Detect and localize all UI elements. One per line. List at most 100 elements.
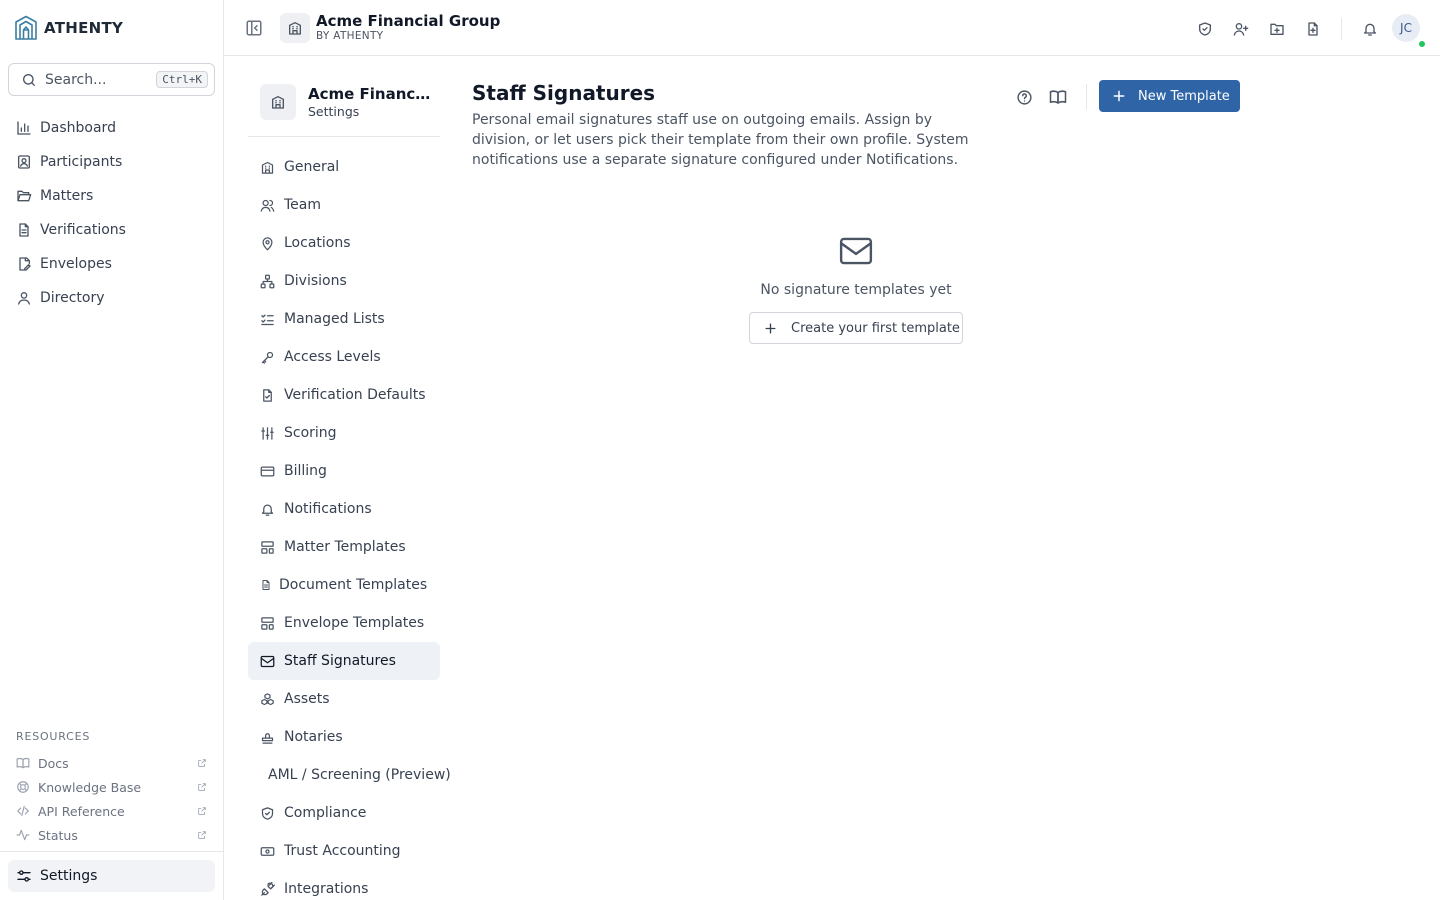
settings-item-divisions[interactable]: Divisions <box>248 262 440 300</box>
plug-icon <box>260 881 275 897</box>
sidebar-item-envelopes[interactable]: Envelopes <box>8 247 215 281</box>
settings-item-assets[interactable]: Assets <box>248 680 440 718</box>
settings-item-label: Trust Accounting <box>284 843 401 859</box>
settings-item-locations[interactable]: Locations <box>248 224 440 262</box>
settings-nav: General Team Locations Divisions Managed… <box>248 148 451 900</box>
settings-item-staff-signatures[interactable]: Staff Signatures <box>248 642 440 680</box>
page-title: Staff Signatures <box>472 81 656 105</box>
shield-check-icon <box>260 806 275 821</box>
resource-label: API Reference <box>38 803 125 819</box>
settings-item-label: Document Templates <box>279 577 428 593</box>
sidebar-item-settings[interactable]: Settings <box>8 860 215 892</box>
sidebar-item-matters[interactable]: Matters <box>8 179 215 213</box>
settings-item-compliance[interactable]: Compliance <box>248 794 440 832</box>
settings-item-notaries[interactable]: Notaries <box>248 718 440 756</box>
resource-link-docs[interactable]: Docs <box>8 751 215 775</box>
avatar[interactable]: JC <box>1392 14 1420 42</box>
code-icon <box>16 804 30 818</box>
settings-item-envelope-templates[interactable]: Envelope Templates <box>248 604 440 642</box>
sidebar-toggle-icon[interactable] <box>245 19 263 37</box>
user-plus-icon[interactable] <box>1223 21 1259 37</box>
sidebar-item-label: Envelopes <box>40 256 112 272</box>
map-pin-icon <box>260 236 275 251</box>
header-actions-separator <box>1086 84 1087 110</box>
sidebar-item-label: Matters <box>40 188 94 204</box>
folder-open-icon <box>16 188 32 204</box>
shield-check-icon[interactable] <box>1187 21 1223 37</box>
empty-state-text: No signature templates yet <box>760 282 952 298</box>
settings-item-label: Integrations <box>284 881 369 897</box>
new-template-button[interactable]: New Template <box>1099 80 1240 112</box>
settings-item-label: Billing <box>284 463 327 479</box>
settings-item-integrations[interactable]: Integrations <box>248 870 440 900</box>
settings-item-team[interactable]: Team <box>248 186 440 224</box>
header-actions <box>1187 18 1388 40</box>
life-buoy-icon <box>16 780 30 794</box>
bar-chart-icon <box>16 120 32 136</box>
resource-link-api-reference[interactable]: API Reference <box>8 799 215 823</box>
create-first-template-button[interactable]: Create your first template <box>749 312 963 344</box>
user-icon <box>16 290 32 306</box>
settings-item-label: Access Levels <box>284 349 381 365</box>
book-open-icon[interactable] <box>1046 85 1070 109</box>
brand-logo[interactable]: ATHENTY <box>14 14 123 42</box>
resource-link-knowledge-base[interactable]: Knowledge Base <box>8 775 215 799</box>
sidebar-item-dashboard[interactable]: Dashboard <box>8 111 215 145</box>
bell-icon[interactable] <box>1352 21 1388 37</box>
layout-template-icon <box>260 616 275 631</box>
file-text-icon <box>16 222 32 238</box>
settings-item-label: Matter Templates <box>284 539 406 555</box>
external-link-icon <box>197 830 207 840</box>
app-sidebar: ATHENTY Search... Ctrl+K Dashboard Parti… <box>0 0 224 900</box>
activity-icon <box>16 828 30 842</box>
settings-item-managed-lists[interactable]: Managed Lists <box>248 300 440 338</box>
settings-item-verification-defaults[interactable]: Verification Defaults <box>248 376 440 414</box>
settings-item-label: Scoring <box>284 425 337 441</box>
header-org-name[interactable]: Acme Financial Group <box>316 12 500 30</box>
settings-item-billing[interactable]: Billing <box>248 452 440 490</box>
sidebar-item-label: Settings <box>40 868 98 884</box>
presence-indicator <box>1418 40 1426 48</box>
help-circle-icon[interactable] <box>1012 85 1036 109</box>
settings-item-label: Compliance <box>284 805 367 821</box>
resource-label: Knowledge Base <box>38 779 142 795</box>
search-icon <box>21 72 37 88</box>
sidebar-item-label: Verifications <box>40 222 126 238</box>
sidebar-item-label: Directory <box>40 290 105 306</box>
sidebar-divider <box>0 851 223 852</box>
bell-icon <box>260 502 275 517</box>
credit-card-icon <box>260 464 275 479</box>
settings-item-notifications[interactable]: Notifications <box>248 490 440 528</box>
search-input[interactable]: Search... Ctrl+K <box>8 63 215 96</box>
header-separator <box>1341 18 1342 40</box>
settings-item-matter-templates[interactable]: Matter Templates <box>248 528 440 566</box>
settings-item-label: Staff Signatures <box>284 653 396 669</box>
settings-item-document-templates[interactable]: Document Templates <box>248 566 440 604</box>
settings-item-access-levels[interactable]: Access Levels <box>248 338 440 376</box>
external-link-icon <box>197 758 207 768</box>
settings-item-label: Notaries <box>284 729 343 745</box>
sidebar-item-directory[interactable]: Directory <box>8 281 215 315</box>
settings-item-scoring[interactable]: Scoring <box>248 414 440 452</box>
sidebar-item-verifications[interactable]: Verifications <box>8 213 215 247</box>
list-checks-icon <box>260 312 275 327</box>
file-plus-icon[interactable] <box>1295 21 1331 37</box>
settings-subtitle: Settings <box>308 104 360 119</box>
top-header: Acme Financial Group BY ATHENTY JC <box>224 0 1440 56</box>
folder-plus-icon[interactable] <box>1259 21 1295 37</box>
file-signature-icon <box>16 256 32 272</box>
sidebar-item-label: Participants <box>40 154 123 170</box>
settings-item-label: Locations <box>284 235 351 251</box>
resource-link-status[interactable]: Status <box>8 823 215 847</box>
sidebar-item-participants[interactable]: Participants <box>8 145 215 179</box>
settings-item-aml-screening[interactable]: AML / Screening (Preview) <box>248 756 451 794</box>
mail-icon <box>839 236 873 266</box>
settings-item-general[interactable]: General <box>248 148 440 186</box>
settings-item-trust-accounting[interactable]: Trust Accounting <box>248 832 440 870</box>
boxes-icon <box>260 692 275 707</box>
page-header-actions <box>1012 84 1099 110</box>
contact-icon <box>16 154 32 170</box>
search-shortcut-badge: Ctrl+K <box>156 71 208 88</box>
layout-template-icon <box>260 540 275 555</box>
resource-label: Status <box>38 827 78 843</box>
